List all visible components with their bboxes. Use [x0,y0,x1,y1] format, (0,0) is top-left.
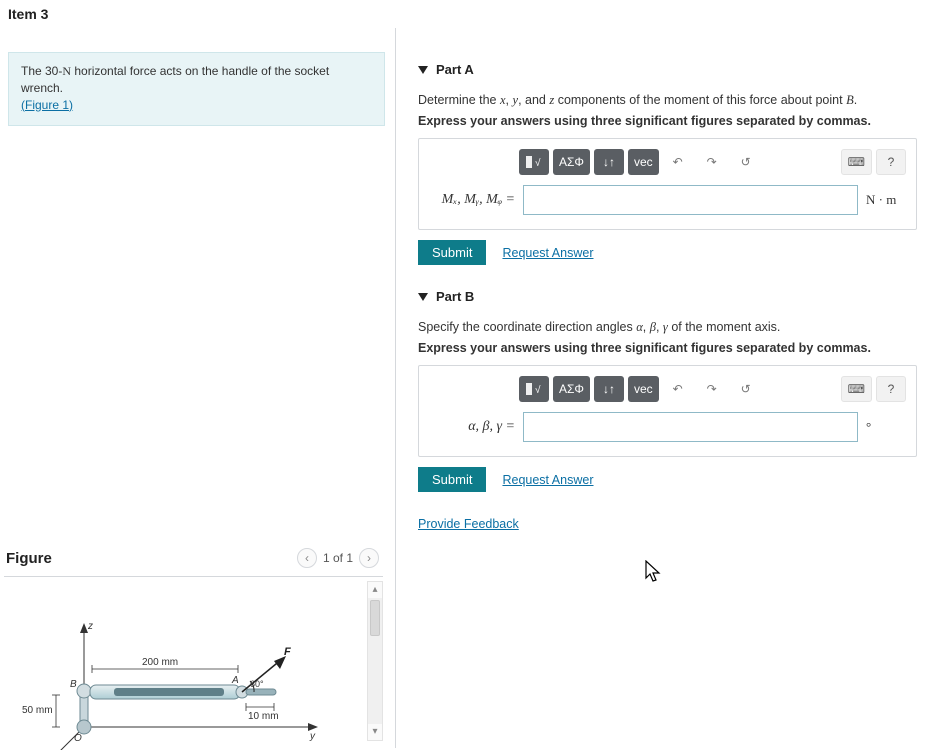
figure-next-button[interactable]: › [359,548,379,568]
vec-button[interactable]: vec [628,149,659,175]
force-f-label: F [284,646,291,658]
figure-heading: Figure [6,550,52,567]
part-b-prompt: Specify the coordinate direction angles … [418,320,917,335]
greek-button[interactable]: ΑΣΦ [553,149,590,175]
sub-sup-button[interactable]: ↓↑ [594,149,624,175]
help-button[interactable]: ? [876,376,906,402]
part-b-request-answer-link[interactable]: Request Answer [502,473,593,487]
keyboard-button[interactable]: ⌨ [841,376,872,402]
figure-link[interactable]: (Figure 1) [21,98,73,112]
angle-label: 60° [250,679,264,689]
part-b-lhs: α, β, γ = [429,419,515,435]
part-a-lhs: Mₓ, Mᵧ, Mᵩ = [429,192,515,208]
item-title: Item 3 [0,0,931,28]
axis-y-label: y [309,731,316,742]
unit-n: N [62,64,71,78]
figure-prev-button[interactable]: ‹ [297,548,317,568]
disclosure-triangle-icon [418,293,428,301]
provide-feedback-link[interactable]: Provide Feedback [418,517,519,531]
vec-button[interactable]: vec [628,376,659,402]
axis-z-label: z [87,621,93,632]
undo-button[interactable]: ↶ [663,149,693,175]
part-b-input[interactable] [523,412,858,442]
point-o-label: O [74,733,82,744]
part-a-toolbar: √ ΑΣΦ ↓↑ vec ↶ ↷ ↺ ⌨ ? [519,149,906,175]
part-b-header[interactable]: Part B [418,289,917,304]
part-a-unit: N · m [866,192,906,208]
part-a-request-answer-link[interactable]: Request Answer [502,246,593,260]
dim-10-label: 10 mm [248,711,279,722]
reset-button[interactable]: ↺ [731,376,761,402]
point-b-label: B [70,679,77,690]
dim-50-label: 50 mm [22,705,53,716]
part-b-instruction: Express your answers using three signifi… [418,341,917,355]
part-b: Part B Specify the coordinate direction … [418,289,917,492]
part-a-input[interactable] [523,185,858,215]
svg-text:√: √ [535,157,541,169]
help-button[interactable]: ? [876,149,906,175]
figure-canvas: z y x B A F O 200 mm 10 mm 50 mm 60° [14,607,334,750]
keyboard-button[interactable]: ⌨ [841,149,872,175]
part-a-instruction: Express your answers using three signifi… [418,114,917,128]
svg-text:√: √ [535,384,541,396]
part-a: Part A Determine the x, y, and z compone… [418,62,917,265]
part-a-header[interactable]: Part A [418,62,917,77]
figure-panel: ▴ ▾ [4,576,383,748]
part-a-submit-button[interactable]: Submit [418,240,486,265]
part-b-answer-box: √ ΑΣΦ ↓↑ vec ↶ ↷ ↺ ⌨ ? α, β, γ = [418,365,917,457]
templates-button[interactable]: √ [519,376,549,402]
point-a-label: A [231,675,239,686]
sub-sup-button[interactable]: ↓↑ [594,376,624,402]
figure-scrollbar[interactable]: ▴ ▾ [367,581,383,741]
templates-button[interactable]: √ [519,149,549,175]
part-b-unit: ° [866,419,906,435]
disclosure-triangle-icon [418,66,428,74]
part-a-answer-box: √ ΑΣΦ ↓↑ vec ↶ ↷ ↺ ⌨ ? Mₓ, Mᵧ, Mᵩ = [418,138,917,230]
redo-button[interactable]: ↷ [697,376,727,402]
scroll-up-icon[interactable]: ▴ [368,582,382,598]
part-a-prompt: Determine the x, y, and z components of … [418,93,917,108]
part-b-title: Part B [436,289,474,304]
part-b-submit-button[interactable]: Submit [418,467,486,492]
scroll-thumb[interactable] [370,600,380,636]
reset-button[interactable]: ↺ [731,149,761,175]
greek-button[interactable]: ΑΣΦ [553,376,590,402]
problem-statement: The 30-N horizontal force acts on the ha… [8,52,385,126]
figure-pager: ‹ 1 of 1 › [297,548,379,568]
statement-prefix: The 30- [21,64,62,78]
part-b-toolbar: √ ΑΣΦ ↓↑ vec ↶ ↷ ↺ ⌨ ? [519,376,906,402]
scroll-down-icon[interactable]: ▾ [368,724,382,740]
dim-200-label: 200 mm [142,657,178,668]
undo-button[interactable]: ↶ [663,376,693,402]
figure-pager-text: 1 of 1 [323,551,353,565]
part-a-title: Part A [436,62,474,77]
redo-button[interactable]: ↷ [697,149,727,175]
